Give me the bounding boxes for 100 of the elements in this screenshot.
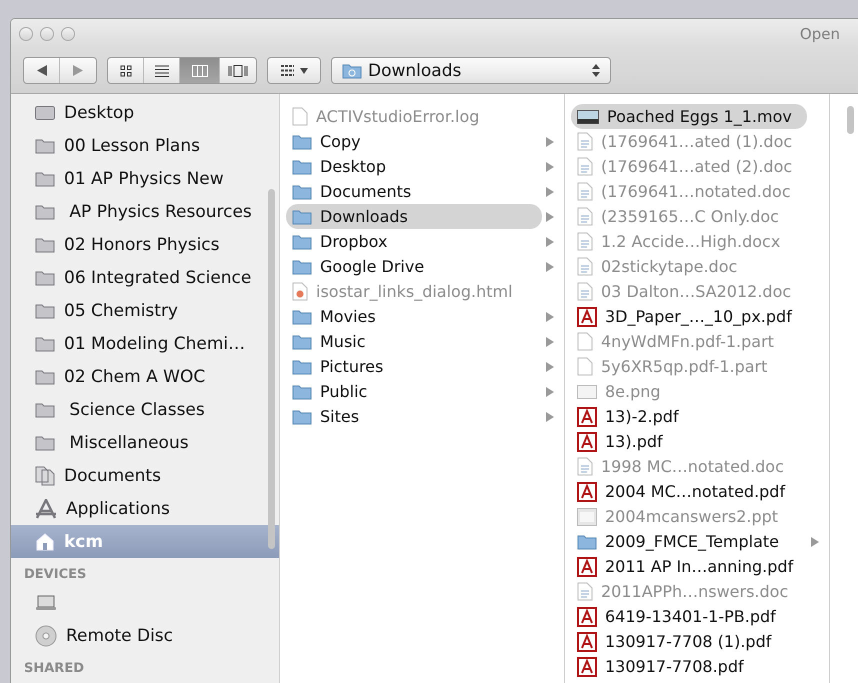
folder-icon (35, 137, 55, 154)
sidebar-item-label: 02 Honors Physics (64, 234, 220, 254)
scrollbar-thumb[interactable] (847, 106, 854, 134)
sidebar-item[interactable]: 02 Honors Physics (11, 228, 279, 261)
pdf-icon (577, 406, 597, 426)
file-row[interactable]: 3D_Paper_…_10_px.pdf (571, 304, 807, 329)
sidebar-item[interactable]: AP Physics Resources (11, 195, 279, 228)
applications-icon (35, 498, 57, 518)
file-row[interactable]: 13).pdf (571, 429, 807, 454)
file-name: 2011APPh…nswers.doc (601, 582, 788, 601)
file-row[interactable]: Documents (286, 179, 542, 204)
file-name: 1.2 Accide…High.docx (601, 232, 780, 251)
sidebar-item-label: 01 Modeling Chemi… (64, 334, 246, 354)
close-button[interactable] (19, 26, 33, 40)
forward-icon (73, 65, 83, 76)
file-row[interactable]: Movies (286, 304, 542, 329)
desktop-icon (35, 106, 55, 120)
text-document-icon (577, 582, 593, 601)
file-name: 8e.png (605, 382, 661, 401)
pdf-icon (577, 482, 597, 502)
file-name: Sites (320, 407, 360, 426)
grid-view-icon (120, 64, 132, 76)
text-document-icon (577, 182, 593, 201)
file-name: Desktop (320, 157, 386, 176)
sidebar-item[interactable]: Remote Disc (11, 619, 279, 652)
folder-icon (292, 208, 312, 225)
file-name: 13)-2.pdf (605, 407, 679, 426)
file-row[interactable]: Public (286, 379, 542, 404)
sidebar-item[interactable]: 02 Chem A WOC (11, 360, 279, 393)
zoom-button[interactable] (61, 26, 75, 40)
text-document-icon (577, 207, 593, 226)
file-name: 3D_Paper_…_10_px.pdf (605, 307, 792, 326)
file-name: 130917-7708 (1).pdf (605, 632, 772, 651)
minimize-button[interactable] (40, 26, 54, 40)
file-row[interactable]: Sites (286, 404, 542, 429)
file-row[interactable]: Pictures (286, 354, 542, 379)
slides-icon (577, 508, 597, 526)
folder-icon (35, 368, 55, 385)
file-name: Copy (320, 132, 361, 151)
file-name: 03 Dalton…SA2012.doc (601, 282, 792, 301)
laptop-icon (35, 594, 57, 610)
sidebar-item[interactable]: 01 Modeling Chemi… (11, 327, 279, 360)
file-name: (2359165…C Only.doc (601, 207, 779, 226)
documents-icon (35, 466, 55, 486)
file-row[interactable]: Desktop (286, 154, 542, 179)
sidebar-item-label: 06 Integrated Science (64, 268, 252, 288)
sidebar-item[interactable]: Science Classes (11, 393, 279, 426)
file-row[interactable]: 2011 AP In…anning.pdf (571, 554, 807, 579)
file-row[interactable]: 130917-7708.pdf (571, 654, 807, 679)
text-document-icon (577, 157, 593, 176)
file-name: 1998 MC…notated.doc (601, 457, 784, 476)
sidebar-item[interactable]: Miscellaneous (11, 426, 279, 459)
file-name: 2004mcanswers2.ppt (605, 507, 778, 526)
column-view-icon (192, 64, 208, 76)
sidebar-item[interactable]: 05 Chemistry (11, 294, 279, 327)
sidebar-item[interactable]: 06 Integrated Science (11, 261, 279, 294)
sidebar-item-label: AP Physics Resources (68, 202, 252, 222)
file-row[interactable]: Dropbox (286, 229, 542, 254)
folder-icon (292, 308, 312, 325)
file-row[interactable]: 2009_FMCE_Template (571, 529, 807, 554)
sidebar-item[interactable]: 01 AP Physics New (11, 162, 279, 195)
file-name: (1769641…ated (2).doc (601, 157, 792, 176)
folder-icon (35, 203, 55, 220)
sidebar-item[interactable]: Documents (11, 459, 279, 492)
sidebar-item-label: Documents (64, 466, 161, 486)
folder-icon (35, 269, 55, 286)
file-name: Movies (320, 307, 376, 326)
folder-icon (292, 408, 312, 425)
sidebar-item-label: 05 Chemistry (64, 300, 178, 320)
pdf-icon (577, 306, 597, 326)
location-popup[interactable]: Downloads (331, 57, 611, 84)
folder-icon (35, 335, 55, 352)
file-row[interactable]: 130917-7708 (1).pdf (571, 629, 807, 654)
downloads-folder-icon (342, 62, 362, 79)
pdf-icon (577, 632, 597, 652)
folder-icon (35, 170, 55, 187)
sidebar-item-label: Remote Disc (66, 626, 174, 646)
folder-icon (35, 401, 55, 418)
section-heading: DEVICES (23, 566, 88, 584)
file-name: 130917-7708.pdf (605, 657, 744, 676)
file-row[interactable]: 6419-13401-1-PB.pdf (571, 604, 807, 629)
file-name: isostar_links_dialog.html (316, 282, 513, 301)
home-icon (35, 532, 55, 551)
scrollbar-thumb[interactable] (268, 189, 275, 549)
file-name: 02stickytape.doc (601, 257, 738, 276)
back-icon (36, 65, 46, 76)
sidebar-item[interactable]: Applications (11, 492, 279, 525)
file-row[interactable]: Google Drive (286, 254, 542, 279)
file-row[interactable]: Poached Eggs 1_1.mov (571, 104, 807, 129)
cover-flow-icon (228, 64, 248, 76)
sidebar-item-label: 00 Lesson Plans (64, 136, 200, 156)
file-row[interactable]: 2004 MC…notated.pdf (571, 479, 807, 504)
file-row[interactable]: 13)-2.pdf (571, 404, 807, 429)
sidebar-item[interactable]: Desktop (11, 96, 279, 129)
text-document-icon (577, 232, 593, 251)
file-name: Downloads (320, 207, 408, 226)
disc-icon (35, 624, 57, 646)
file-row[interactable]: Music (286, 329, 542, 354)
file-row[interactable]: Copy (286, 129, 542, 154)
sidebar-item[interactable]: 00 Lesson Plans (11, 129, 279, 162)
